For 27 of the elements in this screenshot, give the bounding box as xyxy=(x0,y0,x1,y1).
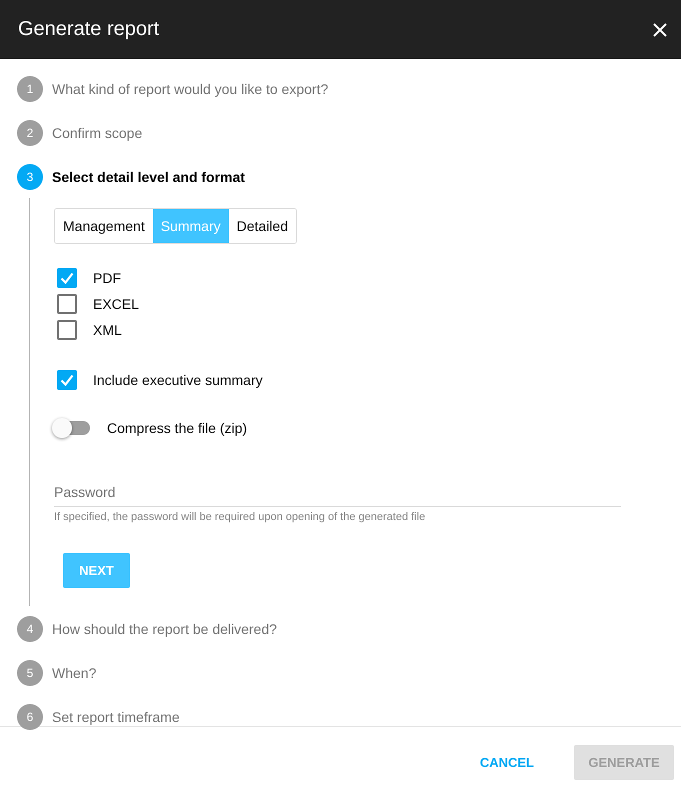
step-title[interactable]: Confirm scope xyxy=(52,125,142,141)
checkbox-label: EXCEL xyxy=(93,296,139,312)
step-title[interactable]: What kind of report would you like to export? xyxy=(52,81,328,97)
close-icon[interactable] xyxy=(653,22,667,36)
toggle-label: Compress the file (zip) xyxy=(107,420,248,436)
checkbox[interactable] xyxy=(57,268,77,288)
step-title[interactable]: When? xyxy=(52,665,96,681)
step-number: 1 xyxy=(17,76,43,102)
password-hint: If specified, the password will be required upon opening of the generated file xyxy=(54,511,426,523)
checkbox[interactable] xyxy=(57,320,77,340)
checkbox[interactable] xyxy=(57,294,77,314)
step-number: 2 xyxy=(17,120,43,146)
checkbox-label: Include executive summary xyxy=(93,372,263,388)
step-title[interactable]: Select detail level and format xyxy=(52,169,245,185)
step-number: 4 xyxy=(17,616,43,642)
step-number: 6 xyxy=(17,704,43,730)
cancel-button[interactable]: CANCEL xyxy=(474,754,540,770)
step-title[interactable]: How should the report be delivered? xyxy=(52,621,277,637)
window-title: Generate report xyxy=(18,18,160,41)
checkbox[interactable] xyxy=(57,370,77,390)
checkbox-label: PDF xyxy=(93,270,121,286)
toggle-switch[interactable] xyxy=(54,421,90,435)
checkbox-label: XML xyxy=(93,322,122,338)
step-number: 5 xyxy=(17,660,43,686)
password-field[interactable]: Password xyxy=(54,480,621,507)
step-title[interactable]: Set report timeframe xyxy=(52,709,180,725)
step-number: 3 xyxy=(17,164,43,190)
